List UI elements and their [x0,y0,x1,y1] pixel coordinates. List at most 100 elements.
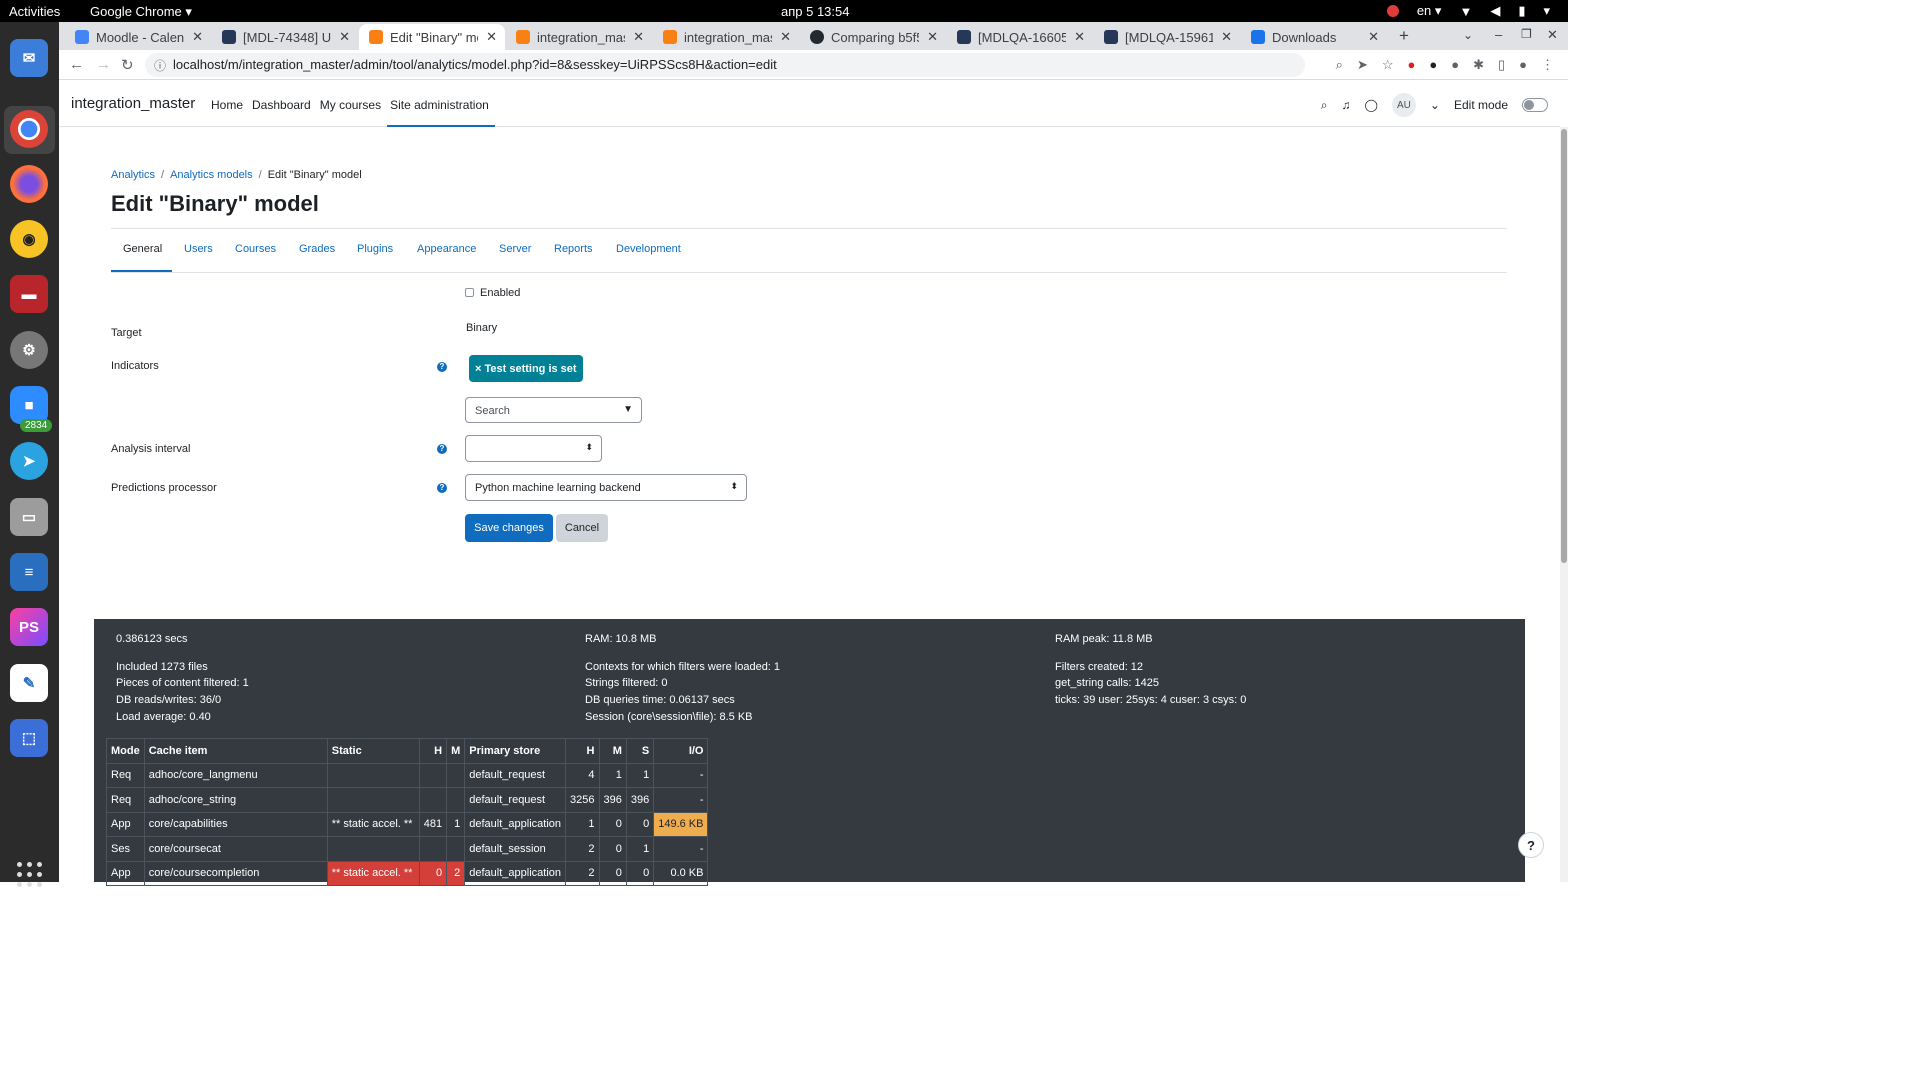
thunderbird-icon[interactable]: ✉ [10,39,48,77]
site-info-icon[interactable]: ⓘ [154,57,166,74]
close-tab-icon[interactable]: ✕ [486,29,497,45]
tab-search-icon[interactable]: ⌄ [1463,28,1473,42]
new-tab-icon[interactable]: + [1399,26,1409,46]
help-icon[interactable]: ? [437,444,447,454]
browser-tab[interactable]: [MDL-74348] Una✕ [212,24,358,50]
page-scrollbar[interactable] [1560,127,1568,882]
extensions-puzzle-icon[interactable]: ✱ [1473,57,1484,73]
browser-tab[interactable]: Moodle - Calendar✕ [65,24,211,50]
writer-icon[interactable]: ≡ [10,553,48,591]
messages-icon[interactable]: ◯ [1364,98,1377,112]
browser-tab[interactable]: Downloads ✕ [1241,24,1387,50]
extension-w-icon[interactable]: ● [1429,57,1437,73]
settings-icon[interactable]: ⚙ [10,331,48,369]
site-name[interactable]: integration_master [71,95,195,112]
profile-avatar-icon[interactable]: ● [1519,57,1527,73]
address-bar[interactable]: ⓘ localhost/m/integration_master/admin/t… [145,53,1305,77]
help-icon[interactable]: ? [437,362,447,372]
close-tab-icon[interactable]: ✕ [1368,29,1379,45]
tab-reports[interactable]: Reports [554,243,593,255]
minimize-icon[interactable]: – [1495,27,1502,42]
browser-tab[interactable]: integration_mas ✕ [653,24,799,50]
adblock-icon[interactable]: ● [1408,57,1416,73]
back-icon[interactable]: ← [69,56,84,73]
save-changes-button[interactable]: Save changes [465,514,553,542]
nav-dashboard[interactable]: Dashboard [252,81,311,127]
screenshot-icon[interactable]: ⬚ [10,719,48,757]
browser-menu-icon[interactable]: ⋮ [1541,57,1554,73]
tab-grades[interactable]: Grades [299,243,335,255]
nav-my-courses[interactable]: My courses [320,81,381,127]
bookmark-star-icon[interactable]: ☆ [1382,57,1394,73]
browser-tab-active[interactable]: Edit "Binary" mod✕ [359,24,505,50]
nav-home[interactable]: Home [211,81,243,127]
side-panel-icon[interactable]: ▯ [1498,57,1505,73]
table-cell: 4 [565,762,600,788]
tab-development[interactable]: Development [616,243,681,255]
files-icon[interactable]: ▭ [10,498,48,536]
close-tab-icon[interactable]: ✕ [927,29,938,45]
send-icon[interactable]: ➤ [1357,57,1368,73]
volume-icon[interactable]: ◀ [1490,3,1500,19]
predictions-processor-select[interactable]: Python machine learning backend ⬍ [465,474,747,501]
browser-tab[interactable]: [MDLQA-16605] C✕ [947,24,1093,50]
close-window-icon[interactable]: ✕ [1547,27,1558,43]
wordpress-icon[interactable]: ● [1451,57,1459,73]
show-apps-icon[interactable] [17,862,43,888]
maximize-icon[interactable]: ❐ [1521,27,1532,41]
notification-icon[interactable] [1386,5,1399,17]
activities-button[interactable]: Activities [9,4,60,19]
scrollbar-thumb[interactable] [1561,129,1567,563]
tab-server[interactable]: Server [499,243,531,255]
phpstorm-icon[interactable]: PS [10,608,48,646]
tab-plugins[interactable]: Plugins [357,243,393,255]
nav-site-administration[interactable]: Site administration [387,81,495,127]
close-tab-icon[interactable]: ✕ [633,29,644,45]
text-editor-icon[interactable]: ✎ [10,664,48,702]
close-tab-icon[interactable]: ✕ [192,29,203,45]
browser-tab[interactable]: integration_mas ✕ [506,24,652,50]
power-menu-icon[interactable]: ▾ [1543,3,1550,19]
notifications-bell-icon[interactable]: ♫ [1341,98,1350,112]
table-cell: Req [106,787,145,813]
help-icon[interactable]: ? [437,483,447,493]
rhythmbox-icon[interactable]: ◉ [10,220,48,258]
clock[interactable]: апр 5 13:54 [781,4,850,19]
close-tab-icon[interactable]: ✕ [1074,29,1085,45]
zoom-icon[interactable]: ⌕ [1336,57,1343,73]
close-tab-icon[interactable]: ✕ [780,29,791,45]
search-icon[interactable]: ⌕ [1321,98,1328,113]
browser-tab[interactable]: Comparing b5f5 ✕ [800,24,946,50]
chrome-icon[interactable] [10,110,48,148]
close-tab-icon[interactable]: ✕ [1221,29,1232,45]
language-indicator[interactable]: en ▾ [1417,3,1442,19]
tab-courses[interactable]: Courses [235,243,276,255]
breadcrumb-analytics[interactable]: Analytics [111,169,155,181]
indicator-tag[interactable]: × Test setting is set [469,355,583,382]
terminal-icon[interactable]: ▬ [10,275,48,313]
edit-mode-toggle[interactable] [1522,98,1548,112]
enabled-label[interactable]: Enabled [480,287,520,299]
system-tray[interactable]: en ▾ ▼ ◀ ▮ ▾ [1386,3,1550,19]
perf-line: RAM peak: 11.8 MB [1055,633,1153,645]
indicators-search-select[interactable]: Search ▼ [465,397,642,423]
battery-icon[interactable]: ▮ [1518,3,1525,19]
app-menu[interactable]: Google Chrome ▾ [90,4,192,20]
firefox-icon[interactable] [10,165,48,203]
user-menu-chevron-icon[interactable]: ⌄ [1430,98,1440,112]
enabled-checkbox[interactable] [465,288,474,297]
breadcrumb-analytics-models[interactable]: Analytics models [170,169,253,181]
close-tab-icon[interactable]: ✕ [339,29,350,45]
cancel-button[interactable]: Cancel [556,514,608,542]
forward-icon[interactable]: → [96,56,111,73]
telegram-icon[interactable]: ➤ [10,442,48,480]
tab-general[interactable]: General [123,243,162,255]
tab-users[interactable]: Users [184,243,213,255]
reload-icon[interactable]: ↻ [121,56,134,74]
tab-appearance[interactable]: Appearance [417,243,476,255]
wifi-icon[interactable]: ▼ [1459,4,1472,19]
user-avatar[interactable]: AU [1391,93,1416,117]
browser-tab[interactable]: [MDLQA-15961] C✕ [1094,24,1240,50]
analysis-interval-select[interactable]: ⬍ [465,435,602,462]
help-button[interactable]: ? [1518,832,1544,858]
